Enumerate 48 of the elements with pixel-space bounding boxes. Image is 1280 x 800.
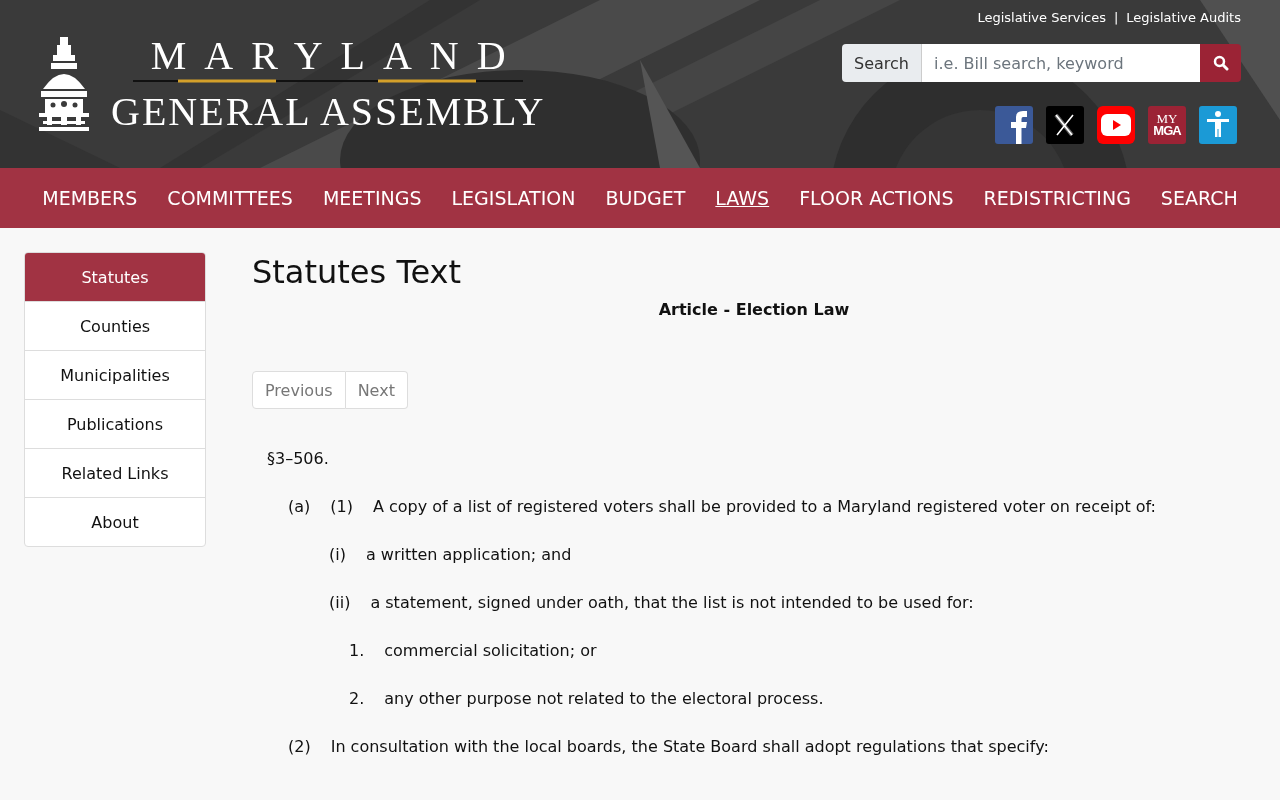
nav-link[interactable]: LAWS (715, 187, 770, 209)
nav-link[interactable]: FLOOR ACTIONS (799, 187, 954, 209)
nav-link[interactable]: BUDGET (605, 187, 686, 209)
clause-label: 1. (349, 641, 365, 662)
clause-text: any other purpose not related to the electoral process. (384, 689, 824, 710)
header-link[interactable]: Legislative Services (977, 9, 1106, 26)
nav-link[interactable]: REDISTRICTING (983, 187, 1131, 209)
clause-label: (1) (330, 497, 353, 518)
clause-text: A copy of a list of registered voters shall be provided to a Maryland registered voter on receipt of: (372, 497, 1156, 518)
logo-title: MARYLAND (150, 36, 524, 76)
nav-link[interactable]: MEMBERS (42, 187, 138, 209)
play-icon[interactable] (1097, 106, 1135, 144)
clause-text: In consultation with the local boards, the State Board shall adopt regulations that specify: (330, 737, 1049, 758)
my-mga-link[interactable]: MY MGA (1148, 106, 1186, 144)
clause-text: a written application; and (365, 545, 572, 566)
pager-button[interactable]: Next (345, 371, 408, 409)
sidebar-item[interactable]: About (25, 498, 205, 546)
header-link[interactable]: Legislative Audits (1126, 9, 1241, 26)
sidebar-item[interactable]: Counties (25, 302, 205, 351)
nav-link[interactable]: MEETINGS (322, 187, 422, 209)
clause-label: §3–506. (267, 449, 329, 470)
sidebar-item[interactable]: Related Links (25, 449, 205, 498)
clause-label: (i) (329, 545, 346, 566)
search-icon (1212, 55, 1229, 71)
nav-link[interactable]: SEARCH (1160, 187, 1238, 209)
sidebar-item[interactable]: Statutes (25, 253, 205, 302)
x-logo-icon[interactable] (1046, 106, 1084, 144)
link-separator: | (1113, 9, 1119, 26)
facebook-icon[interactable] (995, 106, 1033, 144)
capitol-dome-icon (39, 37, 89, 131)
sidebar-item[interactable]: Publications (25, 400, 205, 449)
clause-text: a statement, signed under oath, that the list is not intended to be used for: (370, 593, 974, 614)
nav-link[interactable]: COMMITTEES (167, 187, 293, 209)
pager-button[interactable]: Previous (252, 371, 346, 409)
article-heading: Article - Election Law (657, 300, 851, 319)
clause-text: commercial solicitation; or (384, 641, 597, 662)
search-label: Search (842, 44, 922, 82)
accessibility-icon[interactable] (1199, 106, 1237, 144)
clause-label: (a) (288, 497, 311, 518)
sidebar-item[interactable]: Municipalities (25, 351, 205, 400)
nav-link[interactable]: LEGISLATION (451, 187, 576, 209)
clause-label: (2) (288, 737, 311, 758)
search-field[interactable]: i.e. Bill search, keyword (922, 44, 1200, 82)
clause-label: 2. (349, 689, 365, 710)
search-button[interactable] (1200, 44, 1241, 82)
page-title: Statutes Text (252, 252, 463, 292)
clause-label: (ii) (329, 593, 351, 614)
logo-subtitle: GENERAL ASSEMBLY (111, 92, 546, 132)
